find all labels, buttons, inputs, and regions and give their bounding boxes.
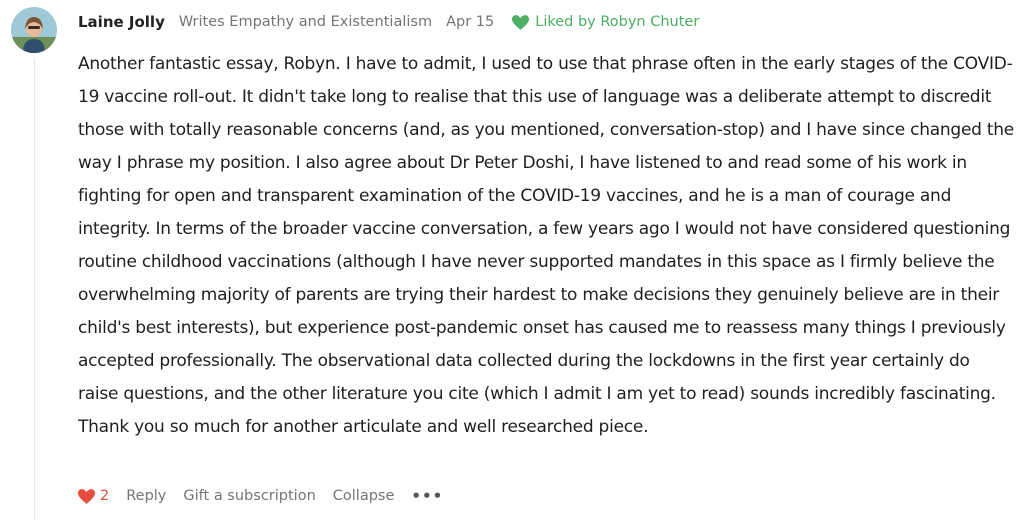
author-bio[interactable]: Writes Empathy and Existentialism [179,14,432,30]
thread-line [34,58,35,520]
comment-date[interactable]: Apr 15 [446,14,494,30]
comment-body: Another fantastic essay, Robyn. I have t… [78,54,1015,437]
liked-by-author: Liked by Robyn Chuter [512,14,699,30]
more-options-icon[interactable]: ••• [411,487,443,505]
author-name[interactable]: Laine Jolly [78,13,165,31]
like-count: 2 [100,488,110,504]
like-button[interactable]: 2 [78,488,109,504]
avatar[interactable] [11,7,57,53]
heart-icon [512,14,530,30]
heart-icon [78,488,95,504]
gift-subscription-button[interactable]: Gift a subscription [183,488,315,504]
collapse-button[interactable]: Collapse [333,488,395,504]
comment: Laine Jolly Writes Empathy and Existenti… [78,0,1018,444]
liked-by-label: Liked by Robyn Chuter [535,14,700,30]
comment-header: Laine Jolly Writes Empathy and Existenti… [78,0,1018,44]
reply-button[interactable]: Reply [126,488,166,504]
comment-actions: 2 Reply Gift a subscription Collapse ••• [78,484,443,508]
